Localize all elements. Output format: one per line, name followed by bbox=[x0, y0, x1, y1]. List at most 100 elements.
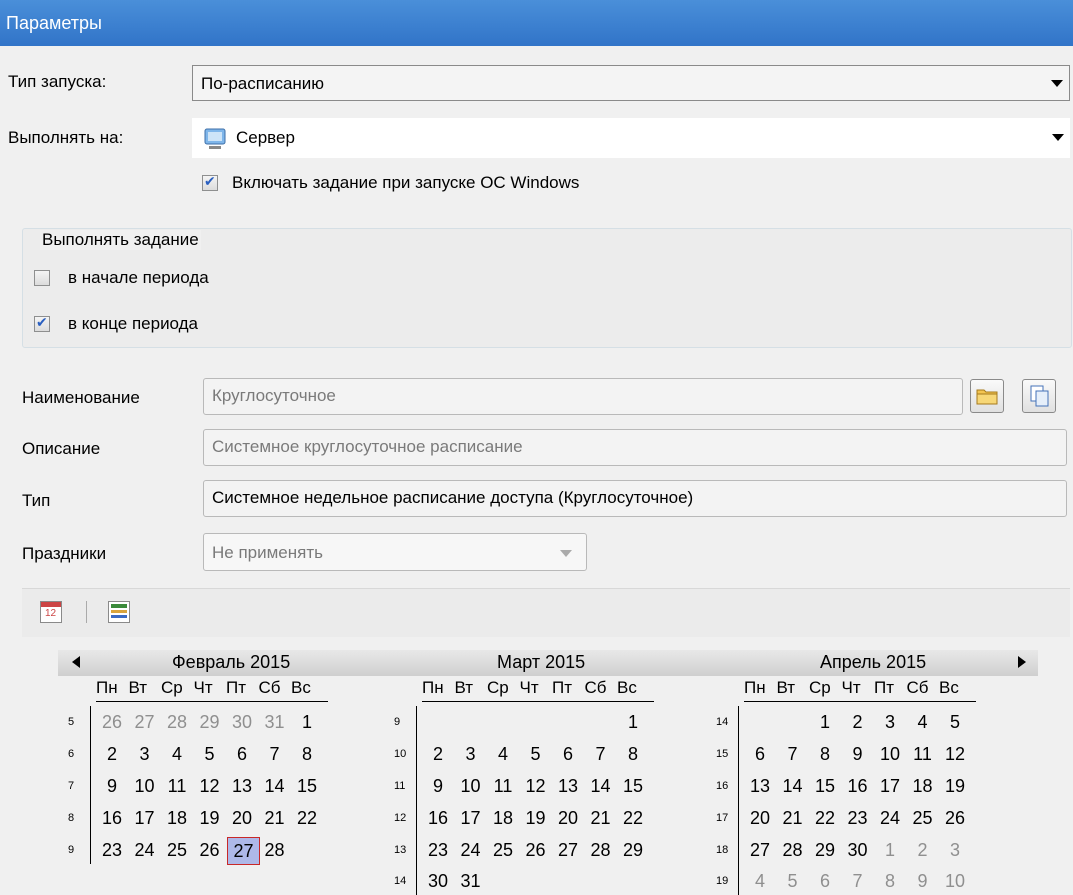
calendar-day[interactable]: 12 bbox=[521, 776, 551, 797]
calendar-day[interactable]: 18 bbox=[162, 808, 192, 829]
calendar-day[interactable]: 25 bbox=[162, 840, 192, 861]
calendar-day[interactable]: 15 bbox=[292, 776, 322, 797]
calendar-day[interactable]: 5 bbox=[195, 744, 225, 765]
calendar-day[interactable]: 23 bbox=[423, 840, 453, 861]
calendar-day[interactable]: 20 bbox=[553, 808, 583, 829]
calendar-day[interactable]: 16 bbox=[97, 808, 127, 829]
calendar-day[interactable]: 17 bbox=[456, 808, 486, 829]
calendar-day[interactable]: 21 bbox=[586, 808, 616, 829]
calendar-day[interactable]: 31 bbox=[260, 712, 290, 733]
calendar-day[interactable]: 30 bbox=[423, 871, 453, 892]
calendar-day[interactable]: 9 bbox=[843, 744, 873, 765]
schedule-name-field[interactable]: Круглосуточное bbox=[203, 378, 963, 415]
month-title[interactable]: Апрель 2015 bbox=[820, 652, 926, 673]
calendar-day[interactable]: 16 bbox=[843, 776, 873, 797]
calendar-day[interactable]: 21 bbox=[778, 808, 808, 829]
calendar-day[interactable]: 29 bbox=[810, 840, 840, 861]
calendar-day[interactable]: 27 bbox=[553, 840, 583, 861]
calendar-day[interactable]: 21 bbox=[260, 808, 290, 829]
calendar-day[interactable]: 30 bbox=[843, 840, 873, 861]
calendar-day[interactable]: 1 bbox=[292, 712, 322, 733]
calendar-day[interactable]: 28 bbox=[586, 840, 616, 861]
calendar-day[interactable]: 20 bbox=[227, 808, 257, 829]
calendar-day[interactable]: 22 bbox=[292, 808, 322, 829]
calendar-day[interactable]: 15 bbox=[618, 776, 648, 797]
calendar-day[interactable]: 9 bbox=[908, 871, 938, 892]
calendar-day[interactable]: 23 bbox=[97, 840, 127, 861]
calendar-day[interactable]: 6 bbox=[227, 744, 257, 765]
chevron-down-icon[interactable] bbox=[1052, 134, 1064, 141]
calendar-day-selected[interactable]: 27 bbox=[227, 837, 260, 865]
calendar-day[interactable]: 17 bbox=[875, 776, 905, 797]
calendar-day[interactable]: 10 bbox=[456, 776, 486, 797]
calendar-day[interactable]: 30 bbox=[227, 712, 257, 733]
calendar-day[interactable]: 24 bbox=[130, 840, 160, 861]
enable-on-startup-checkbox[interactable] bbox=[202, 173, 218, 191]
calendar-day[interactable]: 11 bbox=[162, 776, 192, 797]
calendar-day[interactable]: 6 bbox=[810, 871, 840, 892]
calendar-day[interactable]: 2 bbox=[908, 840, 938, 861]
calendar-day[interactable]: 14 bbox=[260, 776, 290, 797]
calendar-day[interactable]: 29 bbox=[195, 712, 225, 733]
calendar-day[interactable]: 4 bbox=[908, 712, 938, 733]
calendar-day[interactable]: 11 bbox=[488, 776, 518, 797]
run-on-combo[interactable]: Сервер bbox=[192, 118, 1070, 158]
calendar-day[interactable]: 4 bbox=[488, 744, 518, 765]
calendar-day[interactable]: 20 bbox=[745, 808, 775, 829]
calendar-day[interactable]: 12 bbox=[940, 744, 970, 765]
calendar-day[interactable]: 18 bbox=[488, 808, 518, 829]
calendar-day[interactable]: 2 bbox=[97, 744, 127, 765]
run-type-combo[interactable]: По-расписанию bbox=[192, 65, 1070, 101]
period-start-checkbox[interactable] bbox=[34, 270, 50, 286]
calendar-day[interactable]: 14 bbox=[586, 776, 616, 797]
calendar-day[interactable]: 2 bbox=[423, 744, 453, 765]
calendar-day[interactable]: 28 bbox=[162, 712, 192, 733]
calendar-day[interactable]: 7 bbox=[260, 744, 290, 765]
calendar-day[interactable]: 19 bbox=[521, 808, 551, 829]
calendar-day[interactable]: 12 bbox=[195, 776, 225, 797]
schedule-grid-icon[interactable] bbox=[108, 601, 130, 623]
open-folder-button[interactable] bbox=[970, 379, 1004, 413]
calendar-day[interactable]: 28 bbox=[260, 840, 290, 861]
calendar-day[interactable]: 26 bbox=[195, 840, 225, 861]
calendar-day[interactable]: 25 bbox=[488, 840, 518, 861]
prev-month-arrow[interactable] bbox=[72, 656, 80, 668]
calendar-day[interactable]: 15 bbox=[810, 776, 840, 797]
chevron-down-icon[interactable] bbox=[560, 550, 572, 557]
calendar-day[interactable]: 6 bbox=[553, 744, 583, 765]
calendar-day[interactable]: 26 bbox=[97, 712, 127, 733]
calendar-day[interactable]: 23 bbox=[843, 808, 873, 829]
calendar-day[interactable]: 26 bbox=[521, 840, 551, 861]
calendar-day[interactable]: 22 bbox=[618, 808, 648, 829]
calendar-day[interactable]: 5 bbox=[521, 744, 551, 765]
calendar-day[interactable]: 8 bbox=[875, 871, 905, 892]
calendar-day[interactable]: 5 bbox=[940, 712, 970, 733]
calendar-day[interactable]: 4 bbox=[745, 871, 775, 892]
calendar-day[interactable]: 1 bbox=[875, 840, 905, 861]
period-end-checkbox[interactable] bbox=[34, 314, 50, 332]
calendar-day[interactable]: 3 bbox=[130, 744, 160, 765]
calendar-day[interactable]: 9 bbox=[97, 776, 127, 797]
calendar-day[interactable]: 7 bbox=[843, 871, 873, 892]
calendar-day[interactable]: 10 bbox=[940, 871, 970, 892]
calendar-icon[interactable]: 12 bbox=[40, 601, 62, 623]
calendar-day[interactable]: 24 bbox=[875, 808, 905, 829]
calendar-day[interactable]: 11 bbox=[908, 744, 938, 765]
calendar-day[interactable]: 26 bbox=[940, 808, 970, 829]
calendar-day[interactable]: 10 bbox=[875, 744, 905, 765]
calendar-day[interactable]: 6 bbox=[745, 744, 775, 765]
calendar-day[interactable]: 8 bbox=[618, 744, 648, 765]
calendar-day[interactable]: 16 bbox=[423, 808, 453, 829]
calendar-day[interactable]: 3 bbox=[940, 840, 970, 861]
schedule-desc-field[interactable]: Системное круглосуточное расписание bbox=[203, 429, 1067, 466]
calendar-day[interactable]: 19 bbox=[940, 776, 970, 797]
calendar-day[interactable]: 17 bbox=[130, 808, 160, 829]
calendar-day[interactable]: 27 bbox=[130, 712, 160, 733]
calendar-day[interactable]: 28 bbox=[778, 840, 808, 861]
calendar-day[interactable]: 24 bbox=[456, 840, 486, 861]
calendar-day[interactable]: 5 bbox=[778, 871, 808, 892]
calendar-day[interactable]: 19 bbox=[195, 808, 225, 829]
calendar-day[interactable]: 7 bbox=[586, 744, 616, 765]
chevron-down-icon[interactable] bbox=[1051, 80, 1063, 87]
calendar-day[interactable]: 22 bbox=[810, 808, 840, 829]
